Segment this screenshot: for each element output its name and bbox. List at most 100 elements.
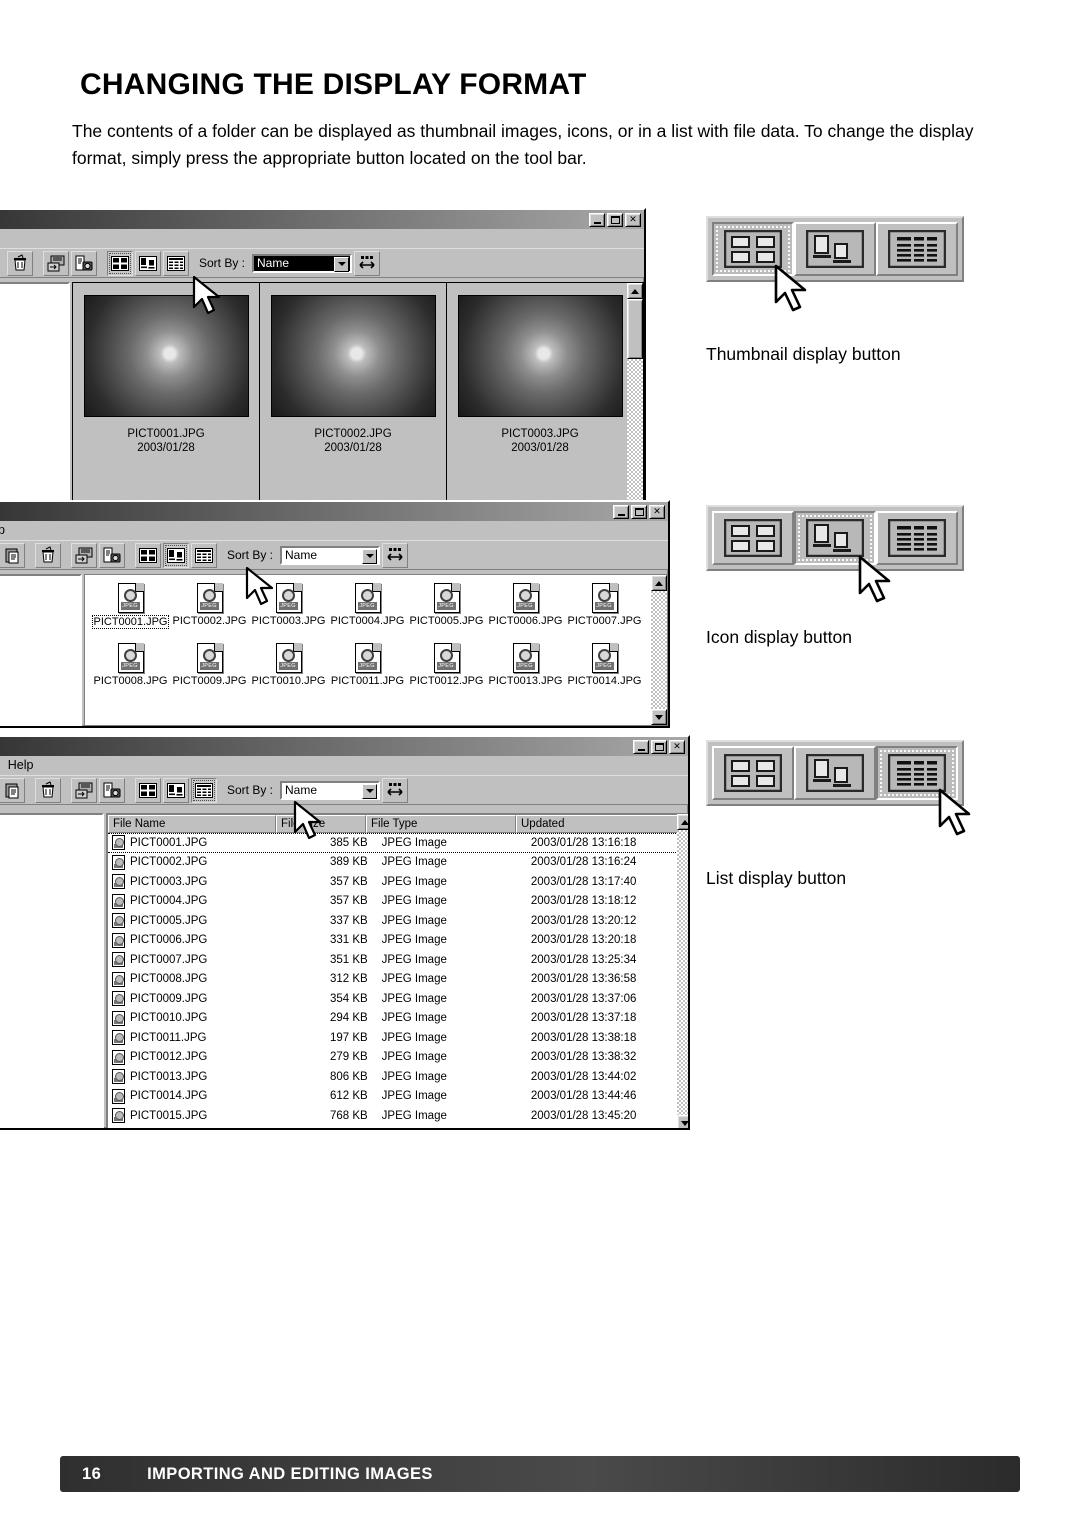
column-header-file-size[interactable]: File Size [276, 815, 366, 833]
view-button-group[interactable] [706, 216, 964, 282]
tree-item[interactable]: lorer [0, 1065, 102, 1084]
list-header-row[interactable]: File Name File Size File Type Updated [108, 815, 688, 833]
tree-item[interactable]: py (A:) [0, 856, 102, 875]
table-row[interactable]: PICT0010.JPG 294 KB JPEG Image 2003/01/28 1… [108, 1009, 688, 1029]
tree-item[interactable]: anel [0, 1027, 102, 1046]
thumbnail-cell[interactable]: PICT0003.JPG 2003/01/28 [447, 283, 634, 505]
sort-by-select[interactable]: Name [280, 780, 381, 800]
thumbnail-view-icon[interactable] [135, 777, 161, 803]
tool-bar[interactable]: Sort By : Name [0, 775, 688, 805]
list-view-icon[interactable] [191, 777, 217, 803]
table-row[interactable]: PICT0003.JPG 357 KB JPEG Image 2003/01/28 1… [108, 872, 688, 892]
thumbnail-view-icon[interactable] [107, 250, 133, 276]
list-view-icon[interactable] [191, 542, 217, 568]
thumbnail-display-button[interactable] [712, 222, 794, 276]
file-icon-item[interactable]: JPEG PICT0005.JPG [407, 583, 486, 629]
table-row[interactable]: PICT0008.JPG 312 KB JPEG Image 2003/01/28 1… [108, 970, 688, 990]
scroll-down-button[interactable] [651, 709, 667, 725]
file-icon-item[interactable]: JPEG PICT0013.JPG [486, 643, 565, 687]
file-icon-item[interactable]: JPEG PICT0010.JPG [249, 643, 328, 687]
scroll-down-button[interactable] [677, 1115, 688, 1128]
minimize-button[interactable] [589, 212, 605, 227]
maximize-button[interactable] [651, 739, 667, 754]
tree-item[interactable]: (C:) [0, 875, 102, 894]
icon-view-window[interactable]: ✕ TToolsools Help [0, 500, 670, 728]
list-view-icon[interactable] [163, 250, 189, 276]
file-icon-item[interactable]: JPEG PICT0006.JPG [486, 583, 565, 629]
close-button[interactable]: ✕ [669, 739, 685, 754]
file-icon-item[interactable]: JPEG PICT0004.JPG [328, 583, 407, 629]
tool-bar[interactable]: Sort By : Name [0, 248, 644, 278]
file-icon-item[interactable]: JPEG PICT0008.JPG [91, 643, 170, 687]
paste-icon[interactable] [0, 542, 25, 568]
file-icon-item[interactable]: JPEG PICT0001.JPG [91, 583, 170, 629]
tree-item[interactable]: y [0, 837, 102, 856]
list-display-button[interactable] [876, 746, 958, 800]
delete-icon[interactable] [7, 250, 33, 276]
icon-display-button[interactable] [794, 222, 876, 276]
vertical-scrollbar[interactable] [677, 814, 688, 1128]
thumbnail-display-button[interactable] [712, 746, 794, 800]
resize-icon[interactable] [354, 250, 381, 276]
close-button[interactable]: ✕ [625, 212, 641, 227]
scrollbar-track[interactable] [677, 830, 688, 1115]
table-row[interactable]: PICT0004.JPG 357 KB JPEG Image 2003/01/28 1… [108, 892, 688, 912]
file-icon-item[interactable]: JPEG PICT0003.JPG [249, 583, 328, 629]
chevron-down-icon[interactable] [362, 783, 378, 799]
menu-help[interactable]: Help [8, 758, 34, 772]
chevron-down-icon[interactable] [334, 256, 350, 272]
tree-item[interactable]: D (G:) [0, 951, 102, 970]
scrollbar-track[interactable] [651, 591, 667, 709]
column-header-updated[interactable]: Updated [516, 815, 686, 833]
maximize-button[interactable] [631, 504, 647, 519]
scroll-up-button[interactable] [677, 814, 688, 830]
file-icon-item[interactable]: JPEG PICT0009.JPG [170, 643, 249, 687]
file-icon-item[interactable]: JPEG PICT0007.JPG [565, 583, 644, 629]
tree-item[interactable]: (E:) [0, 660, 80, 679]
sort-by-select[interactable]: Name [252, 253, 353, 273]
transfer-icon[interactable] [71, 777, 97, 803]
tree-item[interactable]: DE (F:) [0, 932, 102, 951]
file-icon-item[interactable]: JPEG PICT0014.JPG [565, 643, 644, 687]
thumbnail-view-icon[interactable] [135, 542, 161, 568]
icon-view-icon[interactable] [135, 250, 161, 276]
tree-item[interactable]: :) [0, 679, 80, 698]
menu-help[interactable]: Help [0, 523, 5, 537]
icon-view-icon[interactable] [163, 542, 189, 568]
icon-content-area[interactable]: JPEG PICT0001.JPG JPEG PICT0002.JPG JPEG PICT… [84, 574, 668, 726]
sort-by-select[interactable]: Name [280, 545, 381, 565]
thumbnail-cell[interactable]: PICT0002.JPG 2003/01/28 [260, 283, 447, 505]
icon-display-button[interactable] [794, 746, 876, 800]
table-row[interactable]: PICT0001.JPG 385 KB JPEG Image 2003/01/28 1… [108, 833, 688, 853]
transfer-icon[interactable] [71, 542, 97, 568]
camera-icon[interactable] [71, 250, 97, 276]
thumbnail-display-button[interactable] [712, 511, 794, 565]
tree-item[interactable]: 00MLT03 [0, 1008, 102, 1027]
scroll-up-button[interactable] [651, 575, 667, 591]
table-row[interactable]: PICT0009.JPG 354 KB JPEG Image 2003/01/28 1… [108, 989, 688, 1009]
list-display-button[interactable] [876, 511, 958, 565]
window-titlebar[interactable]: ✕ [0, 502, 668, 521]
file-icon-item[interactable]: JPEG PICT0011.JPG [328, 643, 407, 687]
close-button[interactable]: ✕ [649, 504, 665, 519]
thumbnail-cell[interactable]: PICT0001.JPG 2003/01/28 [73, 283, 260, 505]
tree-item[interactable]: 7 (H:) [0, 970, 102, 989]
file-icon-item[interactable]: JPEG PICT0002.JPG [170, 583, 249, 629]
paste-icon[interactable] [0, 777, 25, 803]
list-view-window[interactable]: ✕ ort Tools Help [0, 735, 690, 1130]
file-list-view[interactable]: File Name File Size File Type Updated PI… [106, 813, 688, 1128]
table-row[interactable]: PICT0012.JPG 279 KB JPEG Image 2003/01/28 1… [108, 1048, 688, 1068]
table-row[interactable]: PICT0006.JPG 331 KB JPEG Image 2003/01/28 1… [108, 931, 688, 951]
resize-icon[interactable] [382, 542, 409, 568]
folder-tree-panel[interactable]: g [0, 282, 70, 506]
table-row[interactable]: PICT0007.JPG 351 KB JPEG Image 2003/01/28 1… [108, 950, 688, 970]
icon-display-button[interactable] [794, 511, 876, 565]
camera-icon[interactable] [99, 542, 125, 568]
file-list-body[interactable]: PICT0001.JPG 385 KB JPEG Image 2003/01/28 1… [108, 833, 688, 1126]
folder-tree-panel[interactable]: :) (E:) :) [0, 574, 82, 726]
window-titlebar[interactable]: ✕ [0, 737, 688, 756]
menu-bar[interactable]: ort Tools Help [0, 756, 688, 775]
tree-item[interactable]: 1 [0, 989, 102, 1008]
view-button-group[interactable] [706, 505, 964, 571]
file-icon-item[interactable]: JPEG PICT0012.JPG [407, 643, 486, 687]
